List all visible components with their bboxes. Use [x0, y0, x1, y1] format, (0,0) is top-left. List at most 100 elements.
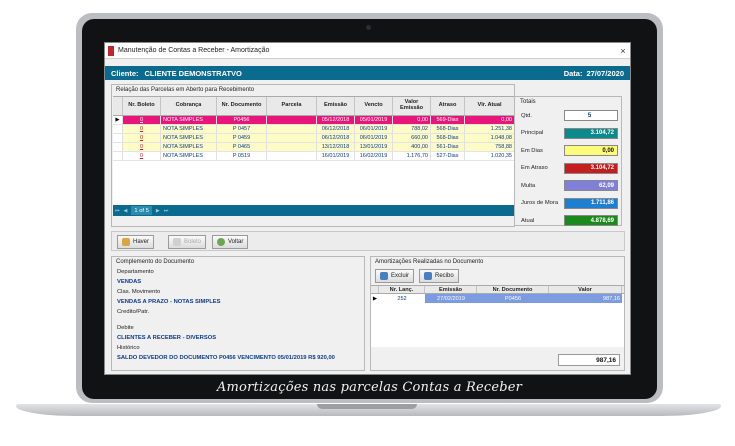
- valor-emissao-cell: 1.176,70: [393, 152, 431, 160]
- col-valor-emissao[interactable]: Valor Emissão: [393, 97, 431, 115]
- departamento-value: VENDAS: [117, 279, 142, 285]
- valor-emissao-cell: 0,00: [393, 116, 431, 124]
- vlr-atual-cell: 1.048,08: [465, 134, 515, 142]
- totais-row: Atual 4.878,69: [515, 212, 621, 230]
- col-nr-boleto[interactable]: Nr. Boleto: [123, 97, 161, 115]
- col-vlr-atual[interactable]: Vlr. Atual: [465, 97, 515, 115]
- cobranca-cell: NOTA SIMPLES: [161, 116, 217, 124]
- col-nr-lanc[interactable]: Nr. Lanç.: [379, 286, 425, 293]
- excluir-label: Excluir: [391, 273, 410, 279]
- col-amort-emissao[interactable]: Emissão: [425, 286, 477, 293]
- departamento-label: Departamento: [117, 269, 154, 275]
- vencto-cell: 06/01/2019: [355, 134, 393, 142]
- nr-boleto-link[interactable]: 0: [123, 152, 161, 160]
- totais-label: Em Dias: [521, 147, 543, 154]
- vencto-cell: 13/01/2019: [355, 143, 393, 151]
- amort-documento: P0456: [477, 294, 549, 303]
- documento-cell: P 0465: [217, 143, 267, 151]
- laptop-notch: [317, 404, 417, 409]
- documento-cell: P0456: [217, 116, 267, 124]
- col-emissao[interactable]: Emissão: [317, 97, 355, 115]
- col-nr-documento[interactable]: Nr. Documento: [217, 97, 267, 115]
- parcela-cell: [267, 134, 317, 142]
- close-button[interactable]: ×: [616, 46, 630, 56]
- totais-value: 62,09: [564, 180, 618, 192]
- haver-button[interactable]: Haver: [117, 235, 155, 249]
- valor-emissao-cell: 660,00: [393, 134, 431, 142]
- hand-money-icon: [122, 238, 130, 246]
- col-vencto[interactable]: Vencto: [355, 97, 393, 115]
- parcela-cell: [267, 152, 317, 160]
- amortizacoes-group: Amortizações Realizadas no Documento Exc…: [370, 256, 625, 371]
- cobranca-cell: NOTA SIMPLES: [161, 152, 217, 160]
- next-page-icon[interactable]: ▶: [156, 208, 160, 214]
- vencto-cell: 05/01/2019: [355, 116, 393, 124]
- totais-value: 4.878,69: [564, 215, 618, 227]
- table-row[interactable]: ▶ 0 NOTA SIMPLES P0456 05/12/2018 05/01/2019 0…: [113, 116, 515, 125]
- vlr-atual-cell: 1.020,35: [465, 152, 515, 160]
- documento-cell: P 0519: [217, 152, 267, 160]
- atraso-cell: 527-Dias: [431, 152, 465, 160]
- atraso-cell: 568-Dias: [431, 125, 465, 133]
- table-row[interactable]: 0 NOTA SIMPLES P 0459 06/12/2018 06/01/2019 6…: [113, 134, 515, 143]
- amort-lanc: 252: [397, 295, 407, 302]
- last-page-icon[interactable]: ⏭: [164, 208, 169, 214]
- amort-total: 987,16: [558, 354, 620, 366]
- row-indicator: ▶: [113, 116, 123, 124]
- totais-label: Qtd.: [521, 112, 532, 119]
- col-cobranca[interactable]: Cobrança: [161, 97, 217, 115]
- prev-page-icon[interactable]: ◀: [124, 208, 128, 214]
- vlr-atual-cell: 758,88: [465, 143, 515, 151]
- totais-row: Em Atraso 3.104,72: [515, 160, 621, 178]
- emissao-cell: 05/12/2018: [317, 116, 355, 124]
- camera: [366, 25, 371, 30]
- historico-label: Histórico: [117, 345, 140, 351]
- voltar-button[interactable]: Voltar: [212, 235, 249, 249]
- back-arrow-icon: [217, 238, 225, 246]
- amort-valor: 987,16: [549, 294, 622, 303]
- totais-value: 5: [564, 110, 618, 122]
- documento-cell: P 0459: [217, 134, 267, 142]
- emissao-cell: 13/12/2018: [317, 143, 355, 151]
- nr-boleto-link[interactable]: 0: [123, 134, 161, 142]
- parcela-cell: [267, 125, 317, 133]
- nr-boleto-link[interactable]: 0: [123, 125, 161, 133]
- parcela-cell: [267, 143, 317, 151]
- amortizacoes-grid[interactable]: Nr. Lanç. Emissão Nr. Documento Valor ▶ …: [371, 285, 624, 347]
- nr-boleto-link[interactable]: 0: [123, 143, 161, 151]
- grid-navigator: ⏮ ◀ 1 of 5 ▶ ⏭: [113, 205, 515, 216]
- table-row[interactable]: 0 NOTA SIMPLES P 0519 16/01/2019 16/02/2019 1…: [113, 152, 515, 161]
- col-parcela[interactable]: Parcela: [267, 97, 317, 115]
- parcelas-grid[interactable]: Nr. Boleto Cobrança Nr. Documento Parcel…: [113, 96, 515, 216]
- table-row[interactable]: 0 NOTA SIMPLES P 0465 13/12/2018 13/01/2019 4…: [113, 143, 515, 152]
- totais-row: Principal 3.104,72: [515, 125, 621, 143]
- boleto-button[interactable]: Boleto: [168, 235, 207, 249]
- vlr-atual-cell: 1.251,38: [465, 125, 515, 133]
- page-info: 1 of 5: [131, 206, 152, 215]
- totais-value: 0,00: [564, 145, 618, 157]
- cobranca-cell: NOTA SIMPLES: [161, 125, 217, 133]
- table-row[interactable]: 0 NOTA SIMPLES P 0457 06/12/2018 06/01/2019 7…: [113, 125, 515, 134]
- voltar-label: Voltar: [228, 239, 244, 245]
- amort-row[interactable]: ▶ 252 27/02/2019 P0456 987,16: [371, 294, 624, 303]
- debite-label: Debite: [117, 325, 134, 331]
- totais-value: 3.104,72: [564, 162, 618, 174]
- totais-value: 1.711,86: [564, 197, 618, 209]
- totais-row: Em Dias 0,00: [515, 142, 621, 160]
- row-indicator: [113, 143, 123, 151]
- nr-boleto-link[interactable]: 0: [123, 116, 161, 124]
- parcelas-group: Relação das Parcelas em Aberto para Rece…: [111, 84, 515, 227]
- recibo-label: Recibo: [435, 273, 454, 279]
- recibo-button[interactable]: Recibo: [419, 269, 459, 283]
- row-indicator: [113, 125, 123, 133]
- excluir-button[interactable]: Excluir: [375, 269, 415, 283]
- title-bar: Manutenção de Contas a Receber - Amortiz…: [105, 43, 630, 59]
- client-bar: Cliente: CLIENTE DEMONSTRATVO Data: 27/0…: [105, 66, 630, 80]
- col-amort-valor[interactable]: Valor: [549, 286, 622, 293]
- grid-header: Nr. Boleto Cobrança Nr. Documento Parcel…: [113, 97, 515, 116]
- first-page-icon[interactable]: ⏮: [115, 208, 120, 214]
- cobranca-cell: NOTA SIMPLES: [161, 134, 217, 142]
- totais-row: Qtd. 5: [515, 107, 621, 125]
- col-amort-documento[interactable]: Nr. Documento: [477, 286, 549, 293]
- col-atraso[interactable]: Atraso: [431, 97, 465, 115]
